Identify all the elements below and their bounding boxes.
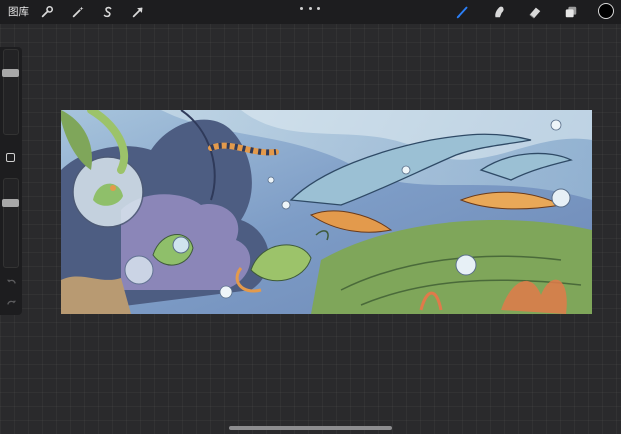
eraser-icon[interactable] — [526, 3, 544, 21]
magic-wand-icon[interactable] — [69, 3, 87, 21]
more-dots-icon[interactable] — [300, 3, 320, 13]
top-toolbar: 图库 — [0, 0, 621, 24]
left-sidebar — [0, 47, 22, 315]
opacity-slider[interactable] — [3, 178, 19, 268]
undo-icon[interactable] — [5, 276, 17, 288]
arrow-cursor-icon[interactable] — [129, 3, 147, 21]
opacity-thumb[interactable] — [2, 198, 19, 207]
brush-size-slider[interactable] — [3, 49, 19, 135]
layers-icon[interactable] — [562, 3, 580, 21]
gallery-button[interactable]: 图库 — [8, 5, 29, 19]
square-icon[interactable] — [6, 153, 15, 162]
home-indicator[interactable] — [229, 426, 392, 430]
artwork-illustration — [61, 110, 592, 314]
brush-size-thumb[interactable] — [2, 68, 19, 77]
redo-icon[interactable] — [5, 297, 17, 309]
color-swatch[interactable] — [598, 3, 614, 19]
smudge-icon[interactable] — [490, 3, 508, 21]
selection-s-icon[interactable] — [99, 3, 117, 21]
wrench-icon[interactable] — [38, 3, 56, 21]
brush-icon[interactable] — [454, 3, 472, 21]
drawing-canvas[interactable] — [61, 110, 592, 314]
